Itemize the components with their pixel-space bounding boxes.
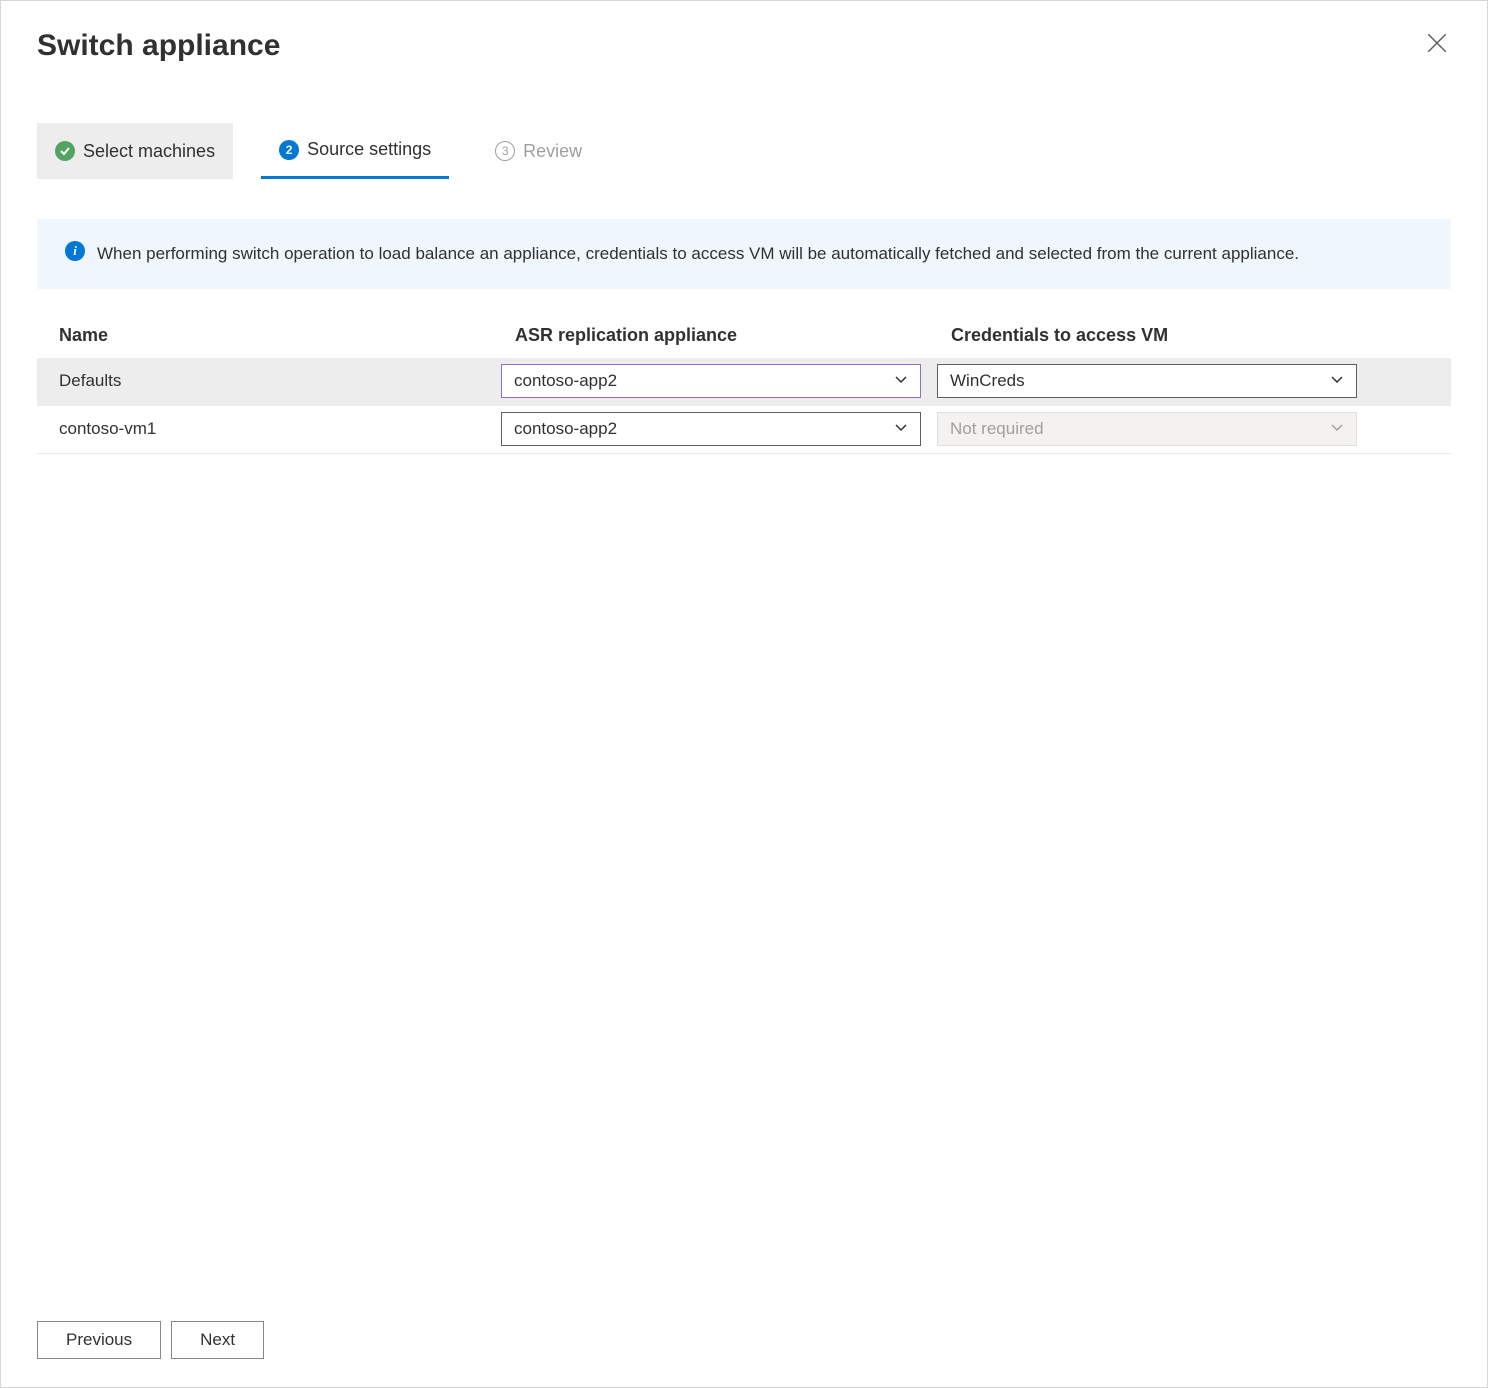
step-select-machines[interactable]: Select machines	[37, 123, 233, 179]
step-number-icon: 3	[495, 141, 515, 161]
info-text: When performing switch operation to load…	[97, 241, 1299, 267]
step-label: Review	[523, 141, 582, 162]
step-number-icon: 2	[279, 140, 299, 160]
row-name: Defaults	[45, 371, 485, 391]
info-icon: i	[65, 241, 85, 261]
previous-button[interactable]: Previous	[37, 1321, 161, 1359]
step-review[interactable]: 3 Review	[477, 123, 600, 179]
chevron-down-icon	[894, 371, 908, 391]
wizard-steps: Select machines 2 Source settings 3 Revi…	[37, 123, 1451, 179]
credentials-dropdown[interactable]: WinCreds	[937, 364, 1357, 398]
appliance-dropdown[interactable]: contoso-app2	[501, 364, 921, 398]
close-button[interactable]	[1423, 29, 1451, 60]
close-icon	[1427, 41, 1447, 56]
page-title: Switch appliance	[37, 29, 280, 63]
dropdown-value: WinCreds	[950, 371, 1025, 391]
dropdown-value: contoso-app2	[514, 371, 617, 391]
check-icon	[55, 141, 75, 161]
info-banner: i When performing switch operation to lo…	[37, 219, 1451, 289]
next-button[interactable]: Next	[171, 1321, 264, 1359]
column-header-credentials: Credentials to access VM	[937, 325, 1357, 346]
table-row: Defaults contoso-app2 WinCreds	[37, 358, 1451, 406]
chevron-down-icon	[1330, 371, 1344, 391]
dropdown-value: Not required	[950, 419, 1044, 439]
table-row: contoso-vm1 contoso-app2 Not required	[37, 406, 1451, 454]
step-source-settings[interactable]: 2 Source settings	[261, 123, 449, 179]
step-label: Source settings	[307, 139, 431, 160]
row-name: contoso-vm1	[45, 419, 485, 439]
settings-table: Name ASR replication appliance Credentia…	[37, 325, 1451, 454]
step-label: Select machines	[83, 141, 215, 162]
chevron-down-icon	[894, 419, 908, 439]
column-header-name: Name	[45, 325, 485, 346]
chevron-down-icon	[1330, 419, 1344, 439]
column-header-appliance: ASR replication appliance	[501, 325, 921, 346]
dropdown-value: contoso-app2	[514, 419, 617, 439]
credentials-dropdown: Not required	[937, 412, 1357, 446]
appliance-dropdown[interactable]: contoso-app2	[501, 412, 921, 446]
